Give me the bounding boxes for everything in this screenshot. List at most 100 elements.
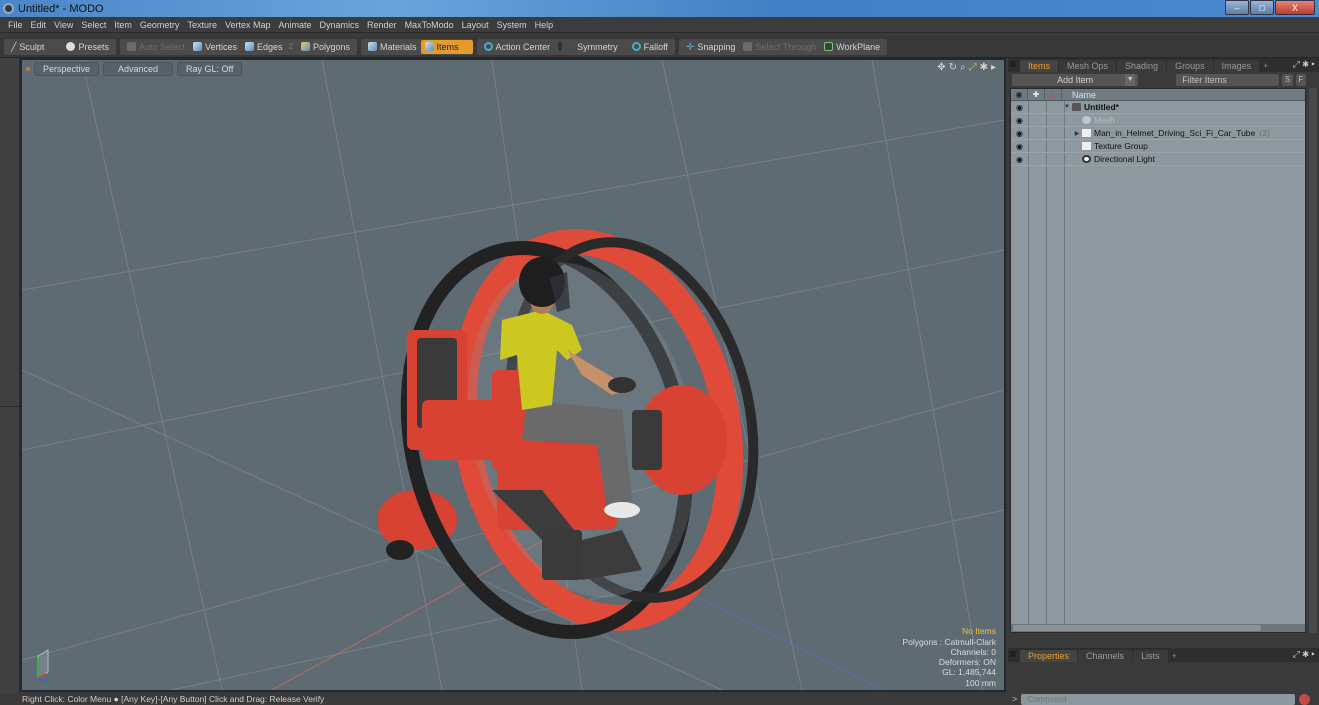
add-item-dropdown-icon[interactable]: ▼ (1125, 74, 1136, 86)
polygons-button[interactable]: Polygons (297, 40, 354, 54)
mesh-icon (1082, 116, 1091, 124)
menu-layout[interactable]: Layout (462, 20, 489, 30)
menu-texture[interactable]: Texture (187, 20, 217, 30)
symmetry-button[interactable]: Symmetry (554, 40, 622, 54)
shading-mode-button[interactable]: Advanced (103, 62, 174, 76)
sculpt-button[interactable]: ╱ Sculpt (7, 40, 48, 54)
move-view-icon[interactable]: ✥ (937, 62, 945, 73)
view-mode-button[interactable]: Perspective (34, 62, 100, 76)
scene-render (22, 60, 1004, 690)
snapping-group: ✛ Snapping Select Through WorkPlane (678, 38, 888, 55)
tab-properties[interactable]: Properties (1020, 650, 1078, 662)
status-hint-2: [Any Key]-[Any Button] Click and Drag: R… (121, 694, 325, 704)
maximize-panel-icon[interactable]: ⤢ (1293, 649, 1300, 659)
menu-geometry[interactable]: Geometry (140, 20, 180, 30)
tab-images[interactable]: Images (1213, 60, 1260, 72)
falloff-button[interactable]: Falloff (628, 40, 672, 54)
bottom-bracket (542, 530, 582, 580)
tree-horizontal-scrollbar[interactable] (1011, 624, 1305, 632)
menu-item[interactable]: Item (114, 20, 132, 30)
render-column-icon[interactable]: ⊥ (1045, 89, 1062, 100)
select-through-button[interactable]: Select Through (739, 40, 820, 54)
action-center-button[interactable]: Action Center (480, 40, 555, 54)
tree-row-mesh[interactable]: ◉ - Mesh (1011, 114, 1305, 127)
add-tab-button[interactable]: + (1260, 60, 1271, 72)
menu-render[interactable]: Render (367, 20, 397, 30)
tree-row-man-in-helmet[interactable]: ◉ ▶ Man_in_Helmet_Driving_Sci_Fi_Car_Tub… (1011, 127, 1305, 140)
polygons-stat: Polygons : Catmull-Clark (902, 636, 996, 647)
3d-viewport[interactable]: Perspective Advanced Ray GL: Off ✥ ↻ ⌕ ⤢… (20, 58, 1006, 692)
lock-column-icon[interactable]: ✚ (1028, 89, 1045, 100)
expand-triangle-icon[interactable]: ▼ (1062, 104, 1072, 110)
panel-corner-icon[interactable] (1010, 61, 1016, 67)
column-divider (1064, 101, 1065, 632)
fit-view-icon[interactable]: ⤢ (969, 62, 977, 73)
tab-lists[interactable]: Lists (1133, 650, 1168, 662)
viewport-options-dot[interactable] (26, 67, 30, 71)
tab-groups[interactable]: Groups (1167, 60, 1213, 72)
filter-items-input[interactable]: Filter Items (1176, 74, 1280, 86)
raygl-button[interactable]: Ray GL: Off (177, 62, 243, 76)
modo-app-icon (3, 3, 14, 14)
panel-more-icon[interactable]: ▸ (1312, 59, 1315, 69)
minimize-button[interactable]: – (1225, 0, 1249, 15)
maximize-button[interactable]: □ (1250, 0, 1274, 15)
item-tree[interactable]: ◉ ✚ ⊥ Name ◉ ▼ Untitled* ◉ - Mesh ◉ ▶ Ma (1010, 88, 1306, 633)
edges-button[interactable]: Edges 2 (241, 40, 297, 54)
tree-row-directional-light[interactable]: ◉ - Directional Light (1011, 153, 1305, 166)
menu-system[interactable]: System (497, 20, 527, 30)
materials-button[interactable]: Materials (364, 40, 421, 54)
panel-corner-icon[interactable] (1010, 651, 1016, 657)
panel-vertical-scrollbar[interactable] (1309, 88, 1317, 633)
child-count: (3) (1259, 128, 1270, 138)
menu-file[interactable]: File (8, 20, 23, 30)
panel-gear-icon[interactable]: ✱ (1302, 59, 1309, 69)
tree-row-texture-group[interactable]: ◉ - Texture Group (1011, 140, 1305, 153)
tab-channels[interactable]: Channels (1078, 650, 1133, 662)
tree-row-untitled[interactable]: ◉ ▼ Untitled* (1011, 101, 1305, 114)
panel-gear-icon[interactable]: ✱ (1302, 649, 1309, 659)
tab-shading[interactable]: Shading (1117, 60, 1167, 72)
more-arrow-icon[interactable]: ▸ (991, 62, 996, 73)
item-mode-group: Materials Items (361, 38, 473, 55)
visibility-eye-icon[interactable]: ◉ (1011, 116, 1028, 125)
name-column-header[interactable]: Name (1062, 89, 1096, 100)
visibility-eye-icon[interactable]: ◉ (1011, 129, 1028, 138)
tab-mesh-ops[interactable]: Mesh Ops (1059, 60, 1117, 72)
vertices-button[interactable]: Vertices (189, 40, 241, 54)
close-button[interactable]: X (1275, 0, 1315, 15)
items-button[interactable]: Items (420, 39, 473, 54)
add-item-button[interactable]: Add Item ▼ (1012, 74, 1139, 86)
tab-items[interactable]: Items (1020, 60, 1059, 72)
menu-help[interactable]: Help (535, 20, 554, 30)
snapping-button[interactable]: ✛ Snapping (682, 40, 739, 54)
menu-edit[interactable]: Edit (31, 20, 47, 30)
menu-vertex-map[interactable]: Vertex Map (225, 20, 271, 30)
rotate-view-icon[interactable]: ↻ (949, 62, 957, 73)
menu-dynamics[interactable]: Dynamics (320, 20, 360, 30)
maximize-panel-icon[interactable]: ⤢ (1293, 59, 1300, 69)
menu-select[interactable]: Select (81, 20, 106, 30)
panel-more-icon[interactable]: ▸ (1312, 649, 1315, 659)
menu-view[interactable]: View (54, 20, 73, 30)
zoom-view-icon[interactable]: ⌕ (960, 62, 966, 73)
left-tool-strip[interactable] (0, 58, 20, 693)
command-input[interactable] (1021, 693, 1296, 705)
collapse-triangle-icon[interactable]: ▶ (1072, 130, 1082, 137)
edges-label: Edges (257, 41, 283, 52)
visibility-eye-icon[interactable]: ◉ (1011, 142, 1028, 151)
visibility-eye-icon[interactable]: ◉ (1011, 155, 1028, 164)
gear-icon[interactable]: ✱ (980, 62, 988, 73)
visibility-column-icon[interactable]: ◉ (1011, 89, 1028, 100)
command-clear-icon[interactable] (1299, 693, 1311, 705)
presets-button[interactable]: Presets (62, 40, 113, 54)
s-filter-button[interactable]: S (1282, 74, 1293, 86)
menu-animate[interactable]: Animate (278, 20, 311, 30)
visibility-eye-icon[interactable]: ◉ (1011, 103, 1028, 112)
menu-maxtomodo[interactable]: MaxToModo (405, 20, 454, 30)
add-tab-button[interactable]: + (1169, 650, 1180, 662)
workplane-button[interactable]: WorkPlane (820, 40, 884, 54)
auto-select-button[interactable]: Auto Select (123, 40, 189, 54)
scrollbar-thumb[interactable] (1013, 625, 1261, 631)
f-filter-button[interactable]: F (1295, 74, 1306, 86)
